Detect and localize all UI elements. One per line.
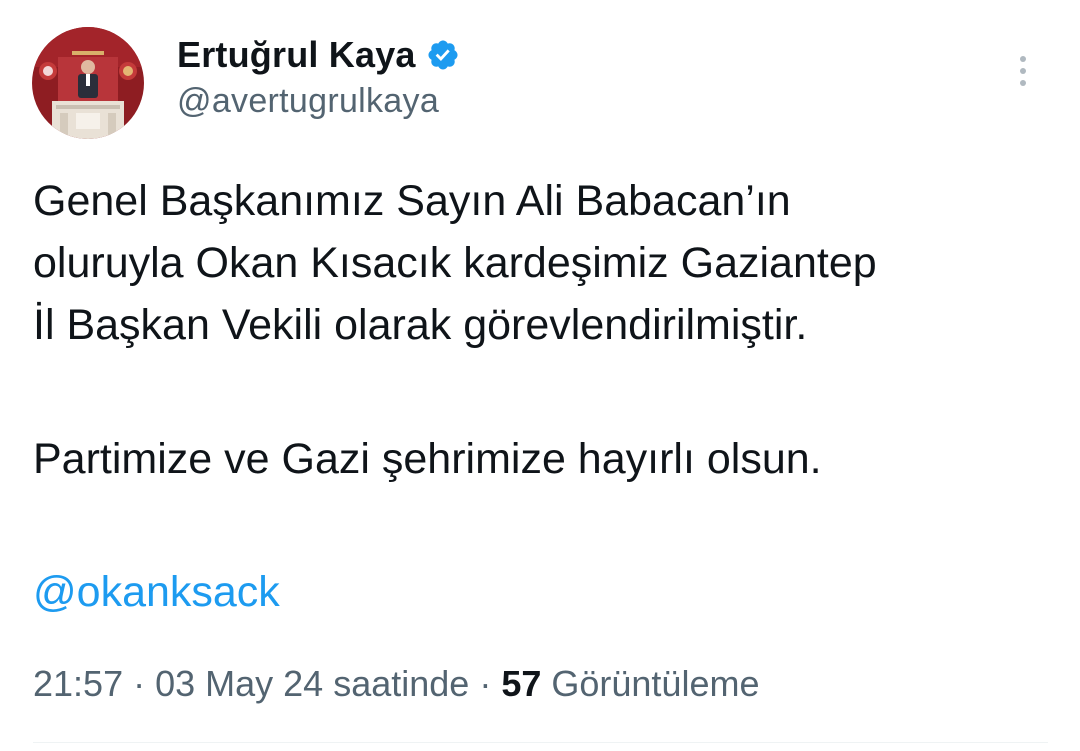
mention-link[interactable]: @okanksack bbox=[33, 561, 280, 623]
meta-separator: · bbox=[469, 663, 502, 704]
tweet-line: oluruyla Okan Kısacık kardeşimiz Gaziant… bbox=[33, 239, 877, 287]
tweet-line: Genel Başkanımız Sayın Ali Babacan’ın bbox=[33, 177, 791, 225]
tweet-meta: 21:57 · 03 May 24 saatinde · 57 Görüntül… bbox=[33, 660, 759, 708]
tweet-line: İl Başkan Vekili olarak görevlendirilmiş… bbox=[33, 301, 808, 349]
author-name-row[interactable]: Ertuğrul Kaya bbox=[177, 33, 460, 77]
author-handle[interactable]: @avertugrulkaya bbox=[177, 82, 439, 121]
tweet-paragraph-2: Partimize ve Gazi şehrimize hayırlı olsu… bbox=[33, 435, 822, 483]
tweet-date[interactable]: 03 May 24 saatinde bbox=[155, 663, 469, 704]
more-vertical-icon[interactable] bbox=[1008, 52, 1038, 92]
meta-separator: · bbox=[123, 663, 156, 704]
author-display-name[interactable]: Ertuğrul Kaya bbox=[177, 34, 416, 76]
tweet-text: Genel Başkanımız Sayın Ali Babacan’ın ol… bbox=[33, 170, 1043, 356]
views-label: Görüntüleme bbox=[541, 663, 760, 704]
verified-badge-icon[interactable] bbox=[426, 38, 460, 72]
divider bbox=[33, 742, 1048, 743]
avatar-image bbox=[32, 27, 144, 139]
tweet-time[interactable]: 21:57 bbox=[33, 663, 123, 704]
views-count: 57 bbox=[501, 663, 542, 704]
avatar[interactable] bbox=[32, 27, 144, 139]
